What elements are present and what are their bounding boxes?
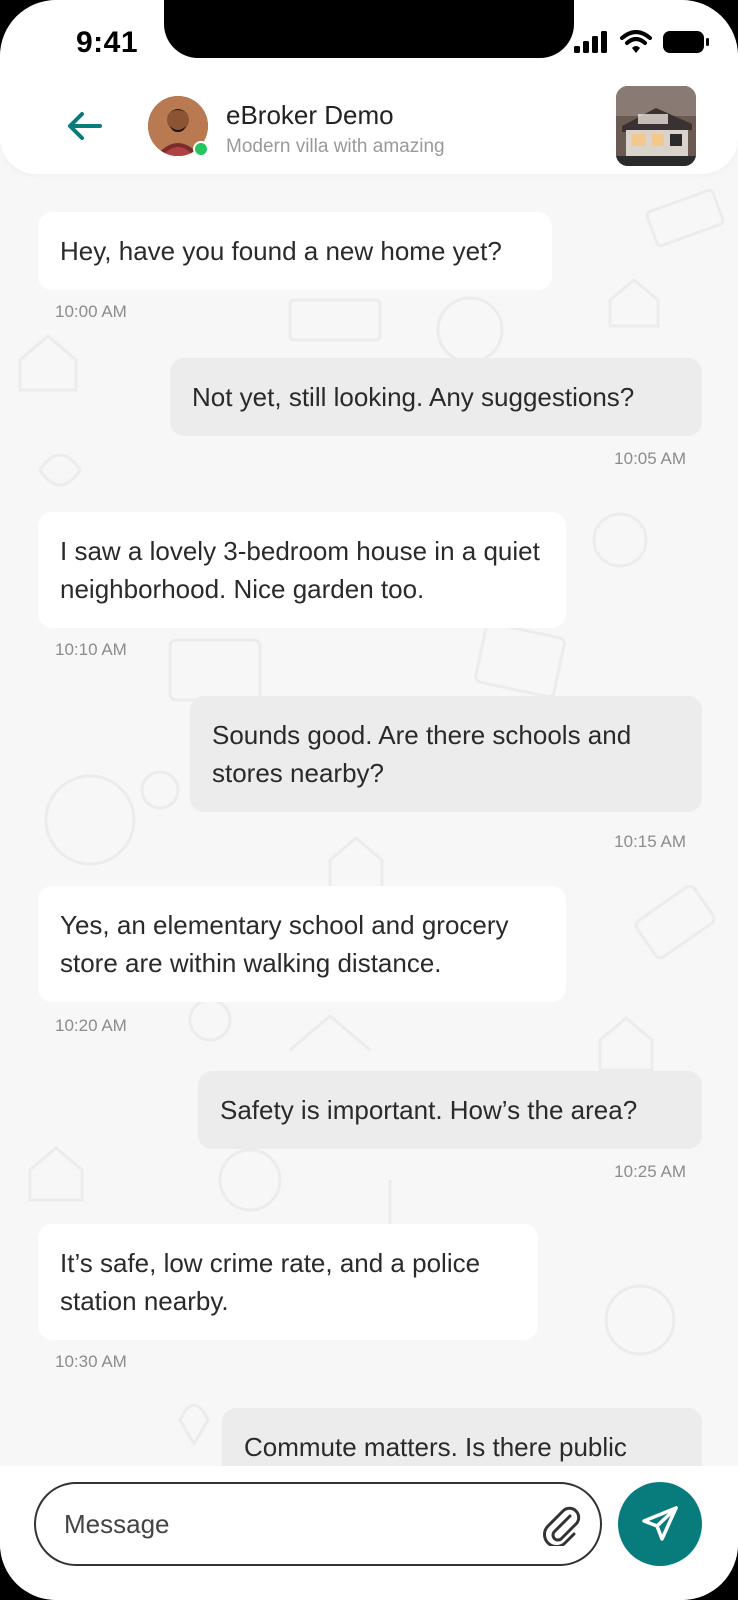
send-icon — [642, 1506, 678, 1541]
message-timestamp: 10:25 AM — [614, 1162, 686, 1181]
online-status-dot — [193, 141, 209, 157]
message-bubble-incoming[interactable]: Yes, an elementary school and grocery st… — [38, 886, 566, 1002]
message-text: Not yet, still looking. Any suggestions? — [192, 382, 635, 412]
message-timestamp: 10:00 AM — [55, 302, 127, 321]
message-text: Hey, have you found a new home yet? — [60, 236, 502, 266]
message-bubble-incoming[interactable]: I saw a lovely 3-bedroom house in a quie… — [38, 512, 566, 628]
property-image — [616, 86, 696, 166]
message-input-container — [34, 1482, 602, 1566]
message-timestamp: 10:20 AM — [55, 1016, 127, 1035]
message-bubble-incoming[interactable]: Hey, have you found a new home yet? — [38, 212, 552, 290]
property-thumbnail[interactable] — [616, 86, 696, 166]
message-bubble-incoming[interactable]: It’s safe, low crime rate, and a police … — [38, 1224, 538, 1340]
phone-screen: eBroker Demo Modern villa with amazing 9… — [0, 0, 738, 1600]
battery-icon — [663, 31, 709, 53]
message-timestamp: 10:15 AM — [614, 832, 686, 851]
wifi-icon — [620, 30, 652, 53]
contact-name: eBroker Demo — [226, 100, 394, 130]
message-composer — [0, 1466, 738, 1600]
chat-message-list[interactable]: Hey, have you found a new home yet? 10:0… — [0, 174, 738, 1466]
device-notch — [164, 0, 574, 58]
message-text: Yes, an elementary school and grocery st… — [60, 910, 509, 978]
message-text: Safety is important. How’s the area? — [220, 1095, 638, 1125]
message-timestamp: 10:05 AM — [614, 449, 686, 468]
property-subtitle: Modern villa with amazing — [226, 136, 445, 157]
message-timestamp: 10:10 AM — [55, 640, 127, 659]
message-bubble-outgoing[interactable]: Sounds good. Are there schools and store… — [190, 696, 702, 812]
message-bubble-outgoing[interactable]: Not yet, still looking. Any suggestions? — [170, 358, 702, 436]
paperclip-icon — [543, 1506, 581, 1546]
cellular-signal-icon — [574, 31, 607, 53]
status-time: 9:41 — [76, 26, 139, 59]
attach-button[interactable] — [538, 1502, 584, 1548]
message-text: I saw a lovely 3-bedroom house in a quie… — [60, 536, 540, 604]
message-bubble-outgoing[interactable]: Safety is important. How’s the area? — [198, 1071, 702, 1149]
message-timestamp: 10:30 AM — [55, 1352, 127, 1371]
message-bubble-outgoing[interactable]: Commute matters. Is there public — [222, 1408, 702, 1466]
status-bar: 9:41 — [0, 0, 738, 80]
message-text: Sounds good. Are there schools and store… — [212, 720, 632, 788]
message-text: Commute matters. Is there public — [244, 1432, 627, 1462]
send-button[interactable] — [618, 1482, 702, 1566]
message-text: It’s safe, low crime rate, and a police … — [60, 1248, 481, 1316]
back-button[interactable] — [62, 106, 106, 146]
message-input[interactable] — [64, 1484, 534, 1564]
status-icons — [574, 30, 710, 54]
arrow-left-icon — [68, 112, 102, 140]
